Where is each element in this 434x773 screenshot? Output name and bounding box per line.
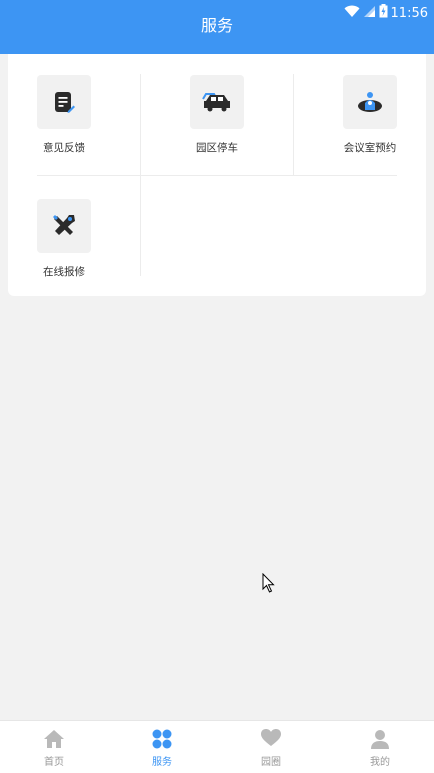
service-icon-box <box>190 75 244 129</box>
tab-home[interactable]: 首页 <box>0 721 108 773</box>
service-label: 在线报修 <box>43 266 85 278</box>
tab-circle[interactable]: 园圈 <box>217 721 325 773</box>
service-feedback[interactable]: 意见反馈 <box>4 75 124 155</box>
grid-divider <box>293 74 294 175</box>
parking-car-icon <box>202 93 230 112</box>
tab-label: 首页 <box>44 757 64 768</box>
user-icon <box>371 730 389 749</box>
tab-label: 我的 <box>370 757 390 768</box>
repair-tools-icon <box>53 215 75 235</box>
service-meeting-room[interactable]: 会议室预约 <box>310 75 430 155</box>
meeting-room-icon <box>358 92 382 112</box>
tab-label: 服务 <box>152 757 172 768</box>
feedback-icon <box>55 92 75 113</box>
service-label: 园区停车 <box>196 142 238 154</box>
page-title: 服务 <box>200 16 233 35</box>
tab-services[interactable]: 服务 <box>108 721 216 773</box>
service-parking[interactable]: 园区停车 <box>157 75 277 155</box>
service-repair[interactable]: 在线报修 <box>4 199 124 279</box>
tab-label: 园圈 <box>261 757 281 768</box>
home-icon <box>44 730 64 748</box>
services-card: 意见反馈 园区停车 会议室预约 在线报修 <box>8 54 426 296</box>
service-icon-box <box>343 75 397 129</box>
service-icon-box <box>37 199 91 253</box>
service-icon-box <box>37 75 91 129</box>
service-label: 会议室预约 <box>343 142 397 154</box>
heart-icon <box>261 729 281 746</box>
mouse-cursor-icon <box>262 573 275 593</box>
grid-divider <box>37 175 397 176</box>
tab-mine[interactable]: 我的 <box>326 721 434 773</box>
grid-services-icon <box>152 729 172 749</box>
service-label: 意见反馈 <box>43 142 85 154</box>
app-header: 11:56 服务 <box>0 0 434 54</box>
bottom-tab-bar: 首页 服务 园圈 我的 <box>0 720 434 773</box>
